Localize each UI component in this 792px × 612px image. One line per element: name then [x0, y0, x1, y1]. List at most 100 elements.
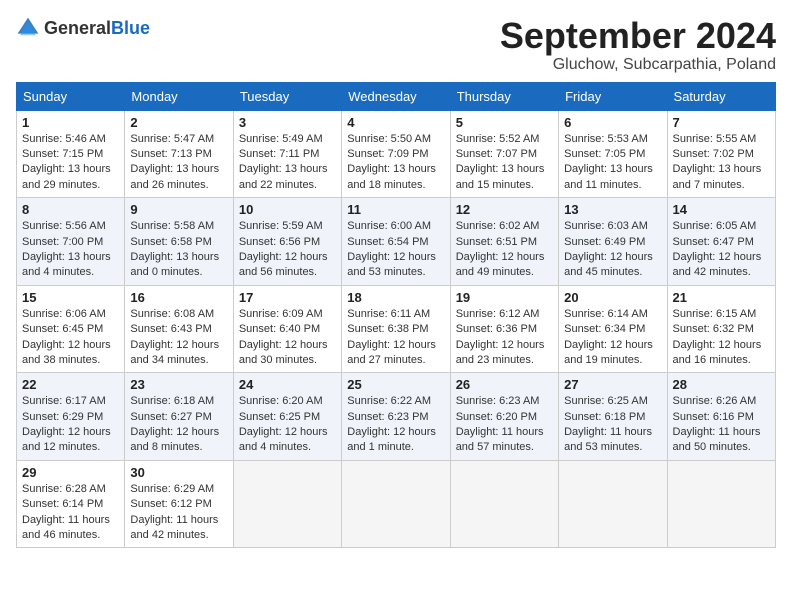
calendar-day-cell: 25Sunrise: 6:22 AMSunset: 6:23 PMDayligh…: [342, 373, 450, 461]
sunset-text: Sunset: 6:23 PM: [347, 410, 444, 425]
sunrise-text: Sunrise: 6:23 AM: [456, 394, 553, 409]
daylight-text: Daylight: 12 hours and 49 minutes.: [456, 250, 553, 281]
day-number: 7: [673, 115, 770, 130]
sunrise-text: Sunrise: 6:12 AM: [456, 307, 553, 322]
sunrise-text: Sunrise: 6:03 AM: [564, 219, 661, 234]
calendar-day-cell: 24 Sunrise: 6:20 AMSunset: 6:25 PMDayligh…: [233, 373, 341, 461]
calendar-day-cell: 26Sunrise: 6:23 AMSunset: 6:20 PMDayligh…: [450, 373, 558, 461]
calendar-day-cell: 12 Sunrise: 6:02 AMSunset: 6:51 PMDayligh…: [450, 198, 558, 286]
calendar-day-cell: 11Sunrise: 6:00 AMSunset: 6:54 PMDayligh…: [342, 198, 450, 286]
daylight-text: Daylight: 12 hours and 8 minutes.: [130, 425, 227, 456]
calendar-day-cell: 2Sunrise: 5:47 AMSunset: 7:13 PMDaylight…: [125, 110, 233, 198]
calendar-day-cell: 29Sunrise: 6:28 AMSunset: 6:14 PMDayligh…: [17, 460, 125, 548]
weekday-header-tuesday: Tuesday: [233, 82, 341, 110]
logo: GeneralBlue: [16, 16, 150, 40]
calendar-day-cell: 10Sunrise: 5:59 AMSunset: 6:56 PMDayligh…: [233, 198, 341, 286]
sunrise-text: Sunrise: 6:26 AM: [673, 394, 770, 409]
day-info: Sunrise: 6:14 AMSunset: 6:34 PMDaylight:…: [564, 307, 661, 369]
daylight-text: Daylight: 13 hours and 29 minutes.: [22, 162, 119, 193]
sunrise-text: Sunrise: 5:46 AM: [22, 132, 119, 147]
sunset-text: Sunset: 7:05 PM: [564, 147, 661, 162]
daylight-text: Daylight: 11 hours and 53 minutes.: [564, 425, 661, 456]
day-number: 8: [22, 202, 119, 217]
day-info: Sunrise: 5:59 AMSunset: 6:56 PMDaylight:…: [239, 219, 336, 281]
calendar-day-cell: 21Sunrise: 6:15 AMSunset: 6:32 PMDayligh…: [667, 285, 775, 373]
day-info: Sunrise: 6:28 AMSunset: 6:14 PMDaylight:…: [22, 482, 119, 544]
day-number: 20: [564, 290, 661, 305]
sunrise-text: Sunrise: 6:15 AM: [673, 307, 770, 322]
day-info: Sunrise: 6:08 AMSunset: 6:43 PMDaylight:…: [130, 307, 227, 369]
daylight-text: Daylight: 13 hours and 18 minutes.: [347, 162, 444, 193]
sunset-text: Sunset: 6:56 PM: [239, 235, 336, 250]
day-number: 18: [347, 290, 444, 305]
sunrise-text: Sunrise: 6:20 AM: [239, 394, 336, 409]
sunset-text: Sunset: 7:15 PM: [22, 147, 119, 162]
calendar-day-cell: 5 Sunrise: 5:52 AMSunset: 7:07 PMDaylight…: [450, 110, 558, 198]
daylight-text: Daylight: 11 hours and 42 minutes.: [130, 513, 227, 544]
day-info: Sunrise: 6:06 AMSunset: 6:45 PMDaylight:…: [22, 307, 119, 369]
sunset-text: Sunset: 6:51 PM: [456, 235, 553, 250]
day-info: Sunrise: 6:18 AMSunset: 6:27 PMDaylight:…: [130, 394, 227, 456]
day-number: 17: [239, 290, 336, 305]
calendar-week-row: 22Sunrise: 6:17 AMSunset: 6:29 PMDayligh…: [17, 373, 776, 461]
day-number: 5: [456, 115, 553, 130]
day-info: Sunrise: 5:53 AMSunset: 7:05 PMDaylight:…: [564, 132, 661, 194]
day-number: 16: [130, 290, 227, 305]
daylight-text: Daylight: 12 hours and 27 minutes.: [347, 338, 444, 369]
day-number: 6: [564, 115, 661, 130]
sunset-text: Sunset: 6:29 PM: [22, 410, 119, 425]
day-number: 2: [130, 115, 227, 130]
sunset-text: Sunset: 6:49 PM: [564, 235, 661, 250]
daylight-text: Daylight: 12 hours and 23 minutes.: [456, 338, 553, 369]
day-info: Sunrise: 6:20 AMSunset: 6:25 PMDaylight:…: [239, 394, 336, 456]
calendar-week-row: 29Sunrise: 6:28 AMSunset: 6:14 PMDayligh…: [17, 460, 776, 548]
weekday-header-saturday: Saturday: [667, 82, 775, 110]
day-number: 24: [239, 377, 336, 392]
sunset-text: Sunset: 7:13 PM: [130, 147, 227, 162]
calendar-day-cell: 4Sunrise: 5:50 AMSunset: 7:09 PMDaylight…: [342, 110, 450, 198]
day-info: Sunrise: 6:03 AMSunset: 6:49 PMDaylight:…: [564, 219, 661, 281]
sunset-text: Sunset: 6:32 PM: [673, 322, 770, 337]
sunrise-text: Sunrise: 6:02 AM: [456, 219, 553, 234]
day-info: Sunrise: 6:05 AMSunset: 6:47 PMDaylight:…: [673, 219, 770, 281]
day-info: Sunrise: 5:58 AMSunset: 6:58 PMDaylight:…: [130, 219, 227, 281]
sunset-text: Sunset: 6:40 PM: [239, 322, 336, 337]
day-info: Sunrise: 6:11 AMSunset: 6:38 PMDaylight:…: [347, 307, 444, 369]
daylight-text: Daylight: 12 hours and 30 minutes.: [239, 338, 336, 369]
calendar-day-cell: 30Sunrise: 6:29 AMSunset: 6:12 PMDayligh…: [125, 460, 233, 548]
daylight-text: Daylight: 12 hours and 34 minutes.: [130, 338, 227, 369]
day-number: 13: [564, 202, 661, 217]
calendar-week-row: 15Sunrise: 6:06 AMSunset: 6:45 PMDayligh…: [17, 285, 776, 373]
sunset-text: Sunset: 6:34 PM: [564, 322, 661, 337]
weekday-header-thursday: Thursday: [450, 82, 558, 110]
day-number: 11: [347, 202, 444, 217]
daylight-text: Daylight: 12 hours and 1 minute.: [347, 425, 444, 456]
calendar-day-cell: 13 Sunrise: 6:03 AMSunset: 6:49 PMDayligh…: [559, 198, 667, 286]
sunset-text: Sunset: 6:20 PM: [456, 410, 553, 425]
calendar-week-row: 1Sunrise: 5:46 AMSunset: 7:15 PMDaylight…: [17, 110, 776, 198]
month-title: September 2024: [500, 16, 776, 56]
weekday-header-friday: Friday: [559, 82, 667, 110]
calendar-day-cell: [233, 460, 341, 548]
sunrise-text: Sunrise: 6:11 AM: [347, 307, 444, 322]
calendar-day-cell: 14Sunrise: 6:05 AMSunset: 6:47 PMDayligh…: [667, 198, 775, 286]
sunset-text: Sunset: 6:54 PM: [347, 235, 444, 250]
day-info: Sunrise: 6:17 AMSunset: 6:29 PMDaylight:…: [22, 394, 119, 456]
sunrise-text: Sunrise: 6:00 AM: [347, 219, 444, 234]
daylight-text: Daylight: 12 hours and 38 minutes.: [22, 338, 119, 369]
sunrise-text: Sunrise: 6:28 AM: [22, 482, 119, 497]
daylight-text: Daylight: 12 hours and 45 minutes.: [564, 250, 661, 281]
day-info: Sunrise: 5:46 AMSunset: 7:15 PMDaylight:…: [22, 132, 119, 194]
sunset-text: Sunset: 6:43 PM: [130, 322, 227, 337]
daylight-text: Daylight: 13 hours and 0 minutes.: [130, 250, 227, 281]
day-info: Sunrise: 6:25 AMSunset: 6:18 PMDaylight:…: [564, 394, 661, 456]
sunset-text: Sunset: 6:45 PM: [22, 322, 119, 337]
day-info: Sunrise: 6:09 AMSunset: 6:40 PMDaylight:…: [239, 307, 336, 369]
day-number: 12: [456, 202, 553, 217]
daylight-text: Daylight: 13 hours and 11 minutes.: [564, 162, 661, 193]
sunset-text: Sunset: 7:09 PM: [347, 147, 444, 162]
day-info: Sunrise: 5:52 AMSunset: 7:07 PMDaylight:…: [456, 132, 553, 194]
calendar-day-cell: 17 Sunrise: 6:09 AMSunset: 6:40 PMDayligh…: [233, 285, 341, 373]
daylight-text: Daylight: 13 hours and 4 minutes.: [22, 250, 119, 281]
calendar-day-cell: [559, 460, 667, 548]
